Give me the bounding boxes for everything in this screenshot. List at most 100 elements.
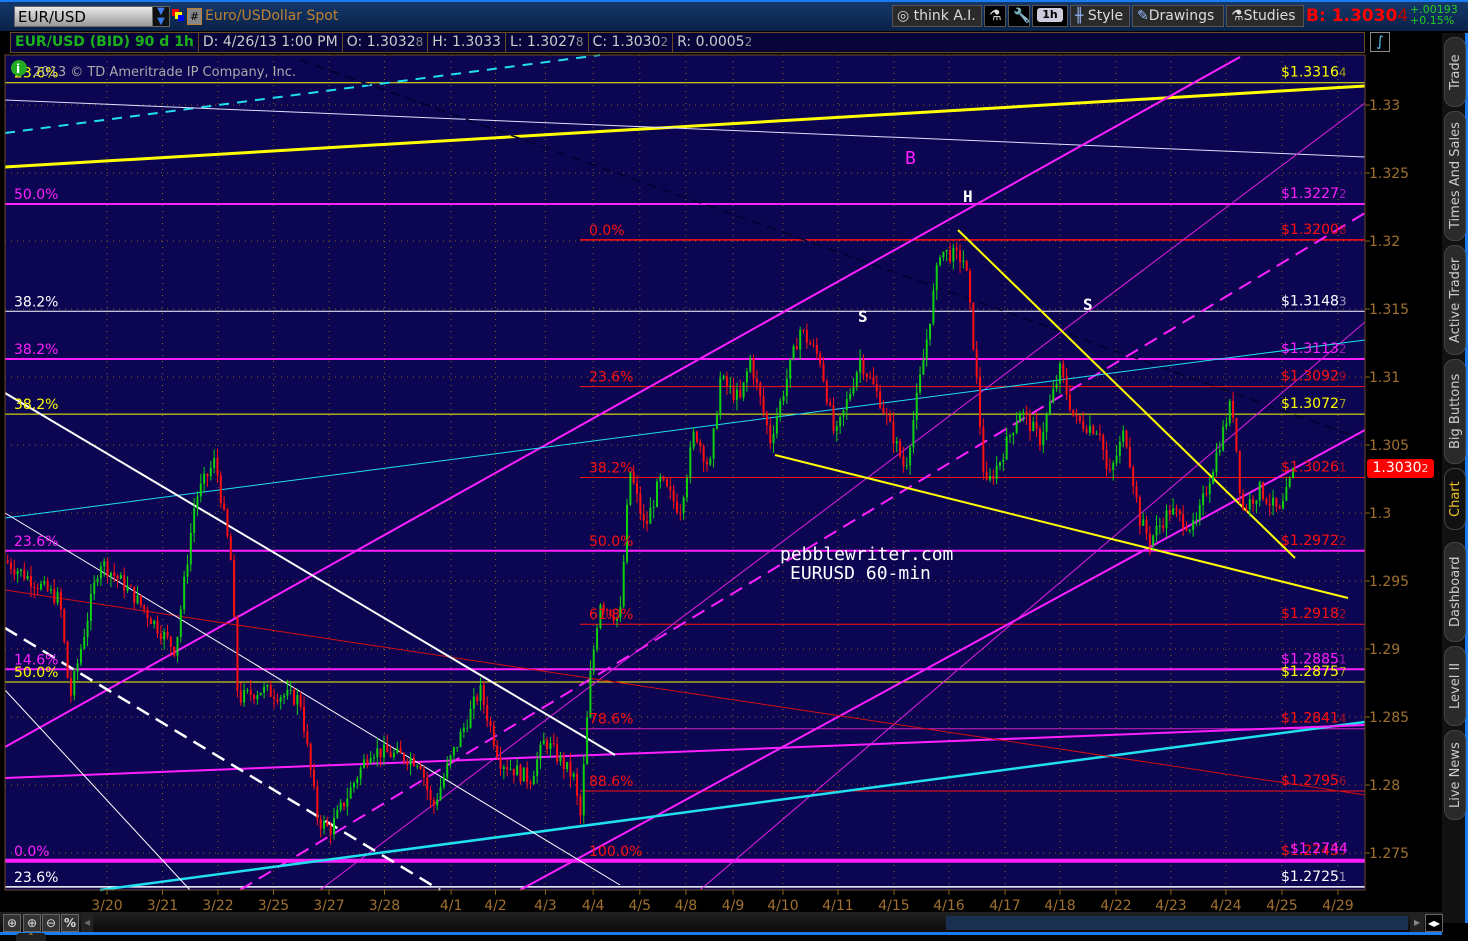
candle-body <box>719 378 722 416</box>
candle-body <box>822 363 825 382</box>
drawings-button[interactable]: ✎Drawings <box>1132 5 1224 27</box>
candle-body <box>203 473 206 484</box>
flask-icon: ⚗ <box>1231 8 1244 24</box>
candle-body <box>1122 430 1125 442</box>
candle-body <box>286 689 289 696</box>
zoom-out-button[interactable]: ⊖ <box>42 914 60 932</box>
scroll-right-button[interactable]: ▸ <box>1410 914 1424 932</box>
symbol-dropdown-button[interactable]: ▼ ▼ <box>152 6 170 27</box>
candle <box>689 441 692 484</box>
candle-body <box>522 767 525 782</box>
think-ai-button[interactable]: ◎ think A.I. <box>892 5 982 27</box>
candle-body <box>1008 435 1011 437</box>
candle-body <box>366 759 369 764</box>
timeframe-label: 1h <box>1037 8 1063 22</box>
candle-body <box>979 376 982 428</box>
candle-body <box>992 475 995 480</box>
sidebar-tab-times-and-sales[interactable]: Times And Sales <box>1444 111 1466 241</box>
candle-body <box>356 778 359 784</box>
fib-percent-label: 38.2% <box>14 397 58 413</box>
scroll-left-button[interactable]: ◂ <box>81 914 93 932</box>
annotation-b: B <box>905 148 916 169</box>
settings-button[interactable]: 🔧 <box>1008 5 1030 27</box>
fib-percent-label: 23.6% <box>589 370 633 386</box>
candle-body <box>299 695 302 707</box>
sidebar-tab-level-ii[interactable]: Level II <box>1444 646 1466 726</box>
candle-body <box>949 249 952 262</box>
candle-body <box>93 582 96 595</box>
price-level-label: $1.28757 <box>1281 664 1347 680</box>
candle-body <box>952 247 955 262</box>
bid-value-sub: 4 <box>1397 6 1409 26</box>
candle-body <box>685 477 688 498</box>
candle-body <box>1045 414 1048 432</box>
candle-body <box>56 592 59 603</box>
candle-body <box>1028 414 1031 432</box>
timeframe-button[interactable]: 1h <box>1032 5 1068 27</box>
candle-body <box>332 818 335 835</box>
expand-panel-button[interactable]: ⌃ <box>16 933 46 941</box>
candle-body <box>452 747 455 756</box>
candle-body <box>1215 452 1218 473</box>
candle-body <box>1142 519 1145 526</box>
candle-body <box>865 374 868 378</box>
candle-body <box>526 767 529 783</box>
percent-button[interactable]: % <box>61 914 79 932</box>
candle-body <box>552 743 555 745</box>
candle-body <box>729 385 732 387</box>
style-button[interactable]: ╫ Style <box>1070 5 1130 27</box>
symbol-input[interactable]: EUR/USD <box>14 6 154 27</box>
candle-body <box>1165 510 1168 529</box>
candle-body <box>189 532 192 565</box>
candle-body <box>1032 421 1035 432</box>
candle-body <box>629 471 632 505</box>
fib-percent-label: 23.6% <box>14 534 58 550</box>
expand-button[interactable]: ◂▸ <box>1425 914 1443 932</box>
bar-close: C: 1.30302 <box>589 33 674 52</box>
candle-body <box>479 685 482 701</box>
candle-body <box>589 671 592 718</box>
candle-body <box>53 589 56 603</box>
candle-body <box>1192 520 1195 531</box>
candle <box>293 687 296 707</box>
candle-body <box>143 605 146 610</box>
candle-body <box>316 786 319 820</box>
candle-body <box>16 571 19 575</box>
sidebar-tab-big-buttons[interactable]: Big Buttons <box>1444 359 1466 464</box>
hash-button[interactable]: # <box>187 8 202 25</box>
candle-body <box>496 745 499 758</box>
candle-body <box>1205 493 1208 495</box>
candle-body <box>692 431 695 448</box>
candle-body <box>1208 483 1211 494</box>
link-color-icon[interactable] <box>172 9 184 21</box>
fib-percent-label: 23.6% <box>14 870 58 886</box>
candle-body <box>859 359 862 373</box>
candle-body <box>639 493 642 514</box>
y-tick-label: 1.33 <box>1369 98 1400 114</box>
sidebar-tab-active-trader[interactable]: Active Trader <box>1444 245 1466 355</box>
y-tick-label: 1.305 <box>1369 438 1409 454</box>
candle-body <box>1252 499 1255 504</box>
sidebar-tab-live-news[interactable]: Live News <box>1444 730 1466 820</box>
candle-body <box>1095 433 1098 435</box>
sidebar-tab-dashboard[interactable]: Dashboard <box>1444 542 1466 642</box>
horizontal-scrollbar[interactable] <box>946 916 1408 930</box>
studies-button[interactable]: ⚗Studies <box>1226 5 1304 27</box>
quick-study-button[interactable]: ⚗ <box>984 5 1006 27</box>
crosshair-button[interactable]: ⊕ <box>3 914 21 932</box>
candle-body <box>975 349 978 377</box>
candle-body <box>1058 363 1061 384</box>
y-tick-label: 1.3 <box>1369 506 1391 522</box>
candle-body <box>785 378 788 396</box>
study-toggle-button[interactable]: ∫ <box>1370 32 1390 52</box>
candle-body <box>749 358 752 372</box>
sidebar-tab-trade[interactable]: Trade <box>1444 37 1466 107</box>
sidebar-tab-chart[interactable]: Chart <box>1444 468 1466 530</box>
candle-body <box>1255 500 1258 504</box>
candle-body <box>1188 530 1191 532</box>
candle-body <box>549 743 552 750</box>
zoom-in-button[interactable]: ⊕ <box>23 914 41 932</box>
candle-body <box>1248 499 1251 510</box>
price-chart[interactable]: 23.6% $1.33164 50.0% $1.32272 0.0% $1.32008 38… <box>0 0 1468 941</box>
candle-body <box>246 689 249 691</box>
